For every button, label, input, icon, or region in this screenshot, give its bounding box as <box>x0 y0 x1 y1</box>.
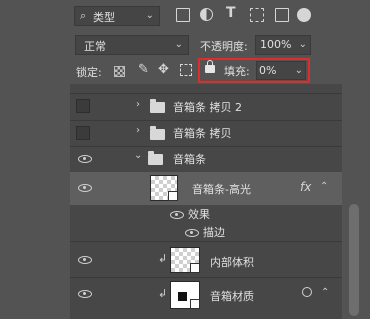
layer-thumbnail <box>150 175 178 201</box>
lock-position-icon[interactable]: ✥ <box>158 62 169 77</box>
fill-value: 0% <box>259 64 277 77</box>
stroke-effect-label: 描边 <box>203 226 225 239</box>
layer-name: 音箱条 拷贝 2 <box>173 101 242 114</box>
visibility-toggle[interactable] <box>76 99 90 113</box>
chevron-down-icon: ⌄ <box>294 65 303 76</box>
layer-row-selected[interactable]: 音箱条-高光 fx ⌃ <box>70 172 342 205</box>
top-toolbar: ⌕ 类型 ⌄ T <box>70 0 370 30</box>
filter-kind-dropdown[interactable]: ⌕ 类型 ⌄ <box>74 6 160 26</box>
layer-row[interactable]: ↲ 内部体积 <box>70 242 342 277</box>
lock-transparent-pixels-icon[interactable] <box>114 66 125 77</box>
filter-toggle[interactable] <box>297 8 311 22</box>
opacity-input[interactable]: 100% ⌄ <box>255 35 311 55</box>
chevron-right-icon[interactable]: › <box>136 99 140 110</box>
smart-object-badge <box>190 299 200 309</box>
stroke-eye-icon[interactable] <box>185 229 199 237</box>
chevron-down-icon[interactable]: ⌄ <box>134 150 142 161</box>
fill-label: 填充: <box>224 65 250 78</box>
layer-name: 音箱条-高光 <box>192 183 251 196</box>
blend-mode-dropdown[interactable]: 正常 ⌄ <box>75 35 189 55</box>
image-filter-icon[interactable] <box>176 8 190 22</box>
layer-name: 音箱材质 <box>210 290 254 303</box>
scrollbar-track[interactable] <box>342 84 370 319</box>
chevron-down-icon: ⌄ <box>298 39 307 50</box>
layer-row-group[interactable]: › 音箱条 拷贝 <box>70 121 342 146</box>
fill-input[interactable]: 0% ⌄ <box>256 61 306 80</box>
folder-icon <box>150 99 165 113</box>
chevron-down-icon: ⌄ <box>145 10 154 21</box>
effects-label: 效果 <box>188 208 210 221</box>
smart-object-badge <box>190 263 200 273</box>
fx-icon[interactable]: fx <box>300 180 311 194</box>
eye-icon[interactable] <box>78 155 92 163</box>
eye-icon[interactable] <box>78 256 92 264</box>
scrollbar-thumb[interactable] <box>349 204 359 316</box>
eye-icon[interactable] <box>78 290 92 298</box>
fill-highlight-box: 填充: 0% ⌄ <box>198 58 310 83</box>
clipping-arrow-icon: ↲ <box>158 287 168 300</box>
folder-icon <box>150 126 165 140</box>
shape-filter-icon[interactable] <box>250 8 264 22</box>
lock-label: 锁定: <box>76 66 102 79</box>
eye-icon[interactable] <box>78 184 92 192</box>
type-filter-icon[interactable]: T <box>226 5 236 21</box>
visibility-toggle[interactable] <box>76 126 90 140</box>
layer-thumbnail <box>170 281 200 309</box>
chevron-right-icon[interactable]: › <box>136 125 140 136</box>
layer-row[interactable]: ↲ 音箱材质 ⌃ <box>70 278 342 314</box>
layer-name: 音箱条 <box>173 153 206 166</box>
layer-thumbnail <box>170 247 200 273</box>
blend-mode-label: 正常 <box>84 40 106 53</box>
effects-eye-icon[interactable] <box>170 211 184 219</box>
lock-artboard-icon[interactable] <box>180 64 192 76</box>
smart-object-badge <box>168 191 178 201</box>
chevron-up-icon[interactable]: ⌃ <box>320 181 328 192</box>
layer-row-group[interactable]: ⌄ 音箱条 <box>70 147 342 172</box>
search-icon: ⌕ <box>80 9 87 22</box>
smart-object-filter-icon[interactable] <box>275 8 289 22</box>
filter-kind-label: 类型 <box>93 11 115 24</box>
lock-all-icon[interactable] <box>205 60 215 73</box>
folder-icon <box>148 151 163 165</box>
adjustment-filter-icon[interactable] <box>200 8 213 21</box>
chevron-down-icon: ⌄ <box>174 39 183 50</box>
opacity-value: 100% <box>260 38 292 51</box>
chevron-up-icon[interactable]: ⌃ <box>321 287 329 298</box>
clipping-arrow-icon: ↲ <box>158 252 168 265</box>
layer-name: 音箱条 拷贝 <box>173 127 232 140</box>
opacity-label: 不透明度: <box>200 40 248 53</box>
layer-style-icon[interactable] <box>302 287 312 297</box>
layer-name: 内部体积 <box>210 256 254 269</box>
layer-row-group[interactable]: › 音箱条 拷贝 2 <box>70 94 342 120</box>
lock-image-pixels-icon[interactable]: ✎ <box>138 62 149 77</box>
